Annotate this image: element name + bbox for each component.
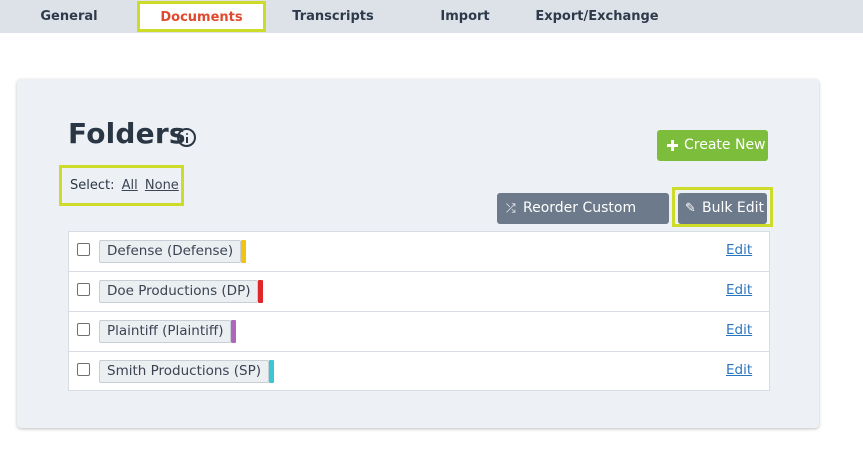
folder-color-bar xyxy=(231,320,237,343)
folder-name: Smith Productions (SP) xyxy=(107,363,262,379)
tab-transcripts[interactable]: Transcripts xyxy=(280,0,386,33)
table-row: Plaintiff (Plaintiff) Edit xyxy=(69,312,769,352)
plus-icon xyxy=(667,140,678,151)
folders-table: Defense (Defense) Edit Doe Productions (… xyxy=(68,231,770,391)
table-row: Smith Productions (SP) Edit xyxy=(69,352,769,392)
folder-tag: Doe Productions (DP) xyxy=(99,280,264,303)
tab-general[interactable]: General xyxy=(25,0,113,33)
create-new-label: Create New xyxy=(684,137,766,153)
create-new-button[interactable]: Create New xyxy=(657,130,768,161)
folder-name: Plaintiff (Plaintiff) xyxy=(107,323,224,339)
bulk-edit-button[interactable]: ✎ Bulk Edit xyxy=(678,193,767,224)
pencil-icon: ✎ xyxy=(685,201,696,216)
page-title: Folders xyxy=(68,117,186,150)
select-all-link[interactable]: All xyxy=(122,178,138,193)
row-checkbox[interactable] xyxy=(77,323,90,336)
bulk-edit-label: Bulk Edit xyxy=(702,200,765,216)
reorder-custom-sort-button[interactable]: ⤮ Reorder Custom Sort xyxy=(497,193,669,247)
folder-color-bar xyxy=(241,240,247,263)
folders-panel: Folders Select: All None Create New ⤮ Re… xyxy=(17,79,819,428)
tab-import[interactable]: Import xyxy=(420,0,510,33)
shuffle-icon: ⤮ xyxy=(506,201,516,215)
edit-link[interactable]: Edit xyxy=(726,322,752,338)
row-checkbox[interactable] xyxy=(77,363,90,376)
row-checkbox[interactable] xyxy=(77,243,90,256)
edit-link[interactable]: Edit xyxy=(726,242,752,258)
tab-export-exchange[interactable]: Export/Exchange xyxy=(530,0,664,33)
info-icon[interactable] xyxy=(177,128,196,147)
folder-tag: Plaintiff (Plaintiff) xyxy=(99,320,237,343)
edit-link[interactable]: Edit xyxy=(726,362,752,378)
select-none-link[interactable]: None xyxy=(145,178,179,193)
folder-tag: Smith Productions (SP) xyxy=(99,360,275,383)
select-label: Select: xyxy=(70,178,115,193)
folder-tag: Defense (Defense) xyxy=(99,240,247,263)
tab-bar: General Documents Transcripts Import Exp… xyxy=(0,0,863,33)
folder-color-bar xyxy=(258,280,264,303)
row-checkbox[interactable] xyxy=(77,283,90,296)
tab-documents[interactable]: Documents xyxy=(137,1,266,32)
bulk-edit-highlight: ✎ Bulk Edit xyxy=(672,187,773,227)
folder-name: Doe Productions (DP) xyxy=(107,283,251,299)
edit-link[interactable]: Edit xyxy=(726,282,752,298)
table-row: Doe Productions (DP) Edit xyxy=(69,272,769,312)
folder-color-bar xyxy=(269,360,275,383)
folder-name: Defense (Defense) xyxy=(107,243,234,259)
table-row: Defense (Defense) Edit xyxy=(69,232,769,272)
select-controls: Select: All None xyxy=(59,165,184,206)
